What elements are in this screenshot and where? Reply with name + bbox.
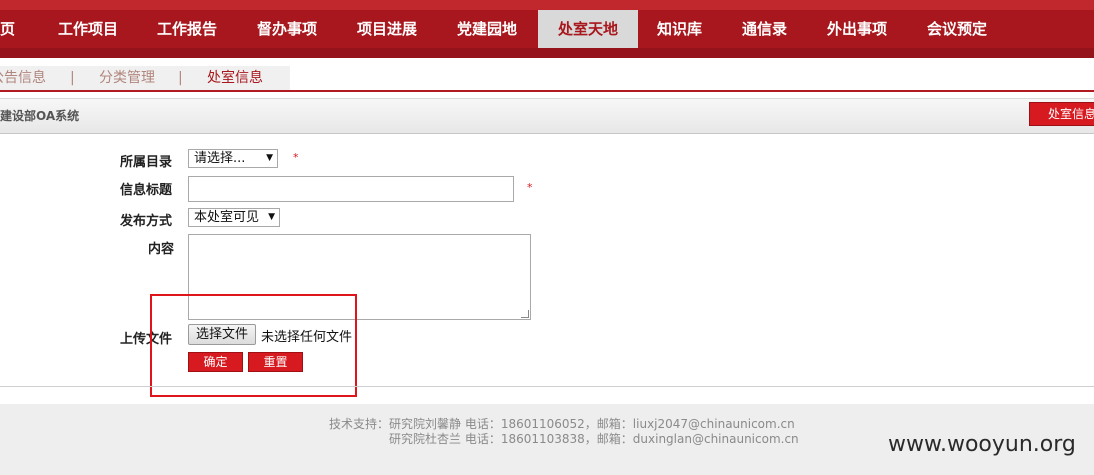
dropdown-arrow-icon: ▼	[266, 153, 273, 163]
divider	[0, 386, 1094, 387]
annotation-highlight-box	[150, 294, 357, 397]
required-mark: *	[293, 151, 299, 164]
category-select[interactable]: 请选择... ▼	[188, 149, 278, 168]
category-label: 所属目录	[120, 155, 173, 170]
subtab-separator: |	[70, 70, 75, 86]
publish-select-value: 本处室可见	[194, 210, 260, 225]
subtab-announcements[interactable]: 公告信息	[0, 66, 46, 90]
nav-item-outings[interactable]: 外出事项	[827, 10, 887, 48]
subtab-department-info[interactable]: 处室信息	[207, 66, 263, 90]
watermark: www.wooyun.org	[888, 432, 1076, 457]
category-select-value: 请选择...	[194, 151, 246, 166]
page-title: 建设部OA系统	[0, 109, 80, 123]
publish-select[interactable]: 本处室可见 ▼	[188, 208, 280, 227]
resize-grip-icon[interactable]	[521, 310, 529, 318]
dropdown-arrow-icon: ▼	[268, 212, 275, 222]
subtab-underline	[0, 90, 1094, 92]
top-nav-stripe	[0, 0, 1094, 10]
title-label: 信息标题	[120, 183, 173, 198]
footer-support-line-2: 研究院杜杏兰 电话：18601103838，邮箱：duxinglan@china…	[389, 432, 799, 446]
content-label: 内容	[148, 242, 175, 257]
sub-tabs: 公告信息 | 分类管理 | 处室信息	[0, 66, 290, 90]
nav-item-meeting-booking[interactable]: 会议预定	[927, 10, 987, 48]
nav-item-contacts[interactable]: 通信录	[742, 10, 787, 48]
nav-item-work-projects[interactable]: 工作项目	[58, 10, 118, 48]
top-nav: 页 工作项目 工作报告 督办事项 项目进展 党建园地 处室天地 知识库 通信录 …	[0, 0, 1094, 58]
subtab-separator: |	[178, 70, 183, 86]
subtab-category-management[interactable]: 分类管理	[99, 66, 155, 90]
nav-item-party-building[interactable]: 党建园地	[457, 10, 517, 48]
title-bar: 建设部OA系统 处室信息	[0, 98, 1094, 134]
nav-item-department[interactable]: 处室天地	[538, 10, 638, 48]
nav-item-knowledge-base[interactable]: 知识库	[657, 10, 702, 48]
nav-item-work-reports[interactable]: 工作报告	[157, 10, 217, 48]
nav-item-project-progress[interactable]: 项目进展	[357, 10, 417, 48]
nav-item-home[interactable]: 页	[0, 10, 15, 48]
department-info-button[interactable]: 处室信息	[1029, 102, 1094, 126]
publish-label: 发布方式	[120, 214, 173, 229]
required-mark: *	[527, 181, 533, 194]
top-nav-bottom-band	[0, 48, 1094, 58]
title-input[interactable]	[188, 176, 514, 202]
nav-item-supervision[interactable]: 督办事项	[257, 10, 317, 48]
